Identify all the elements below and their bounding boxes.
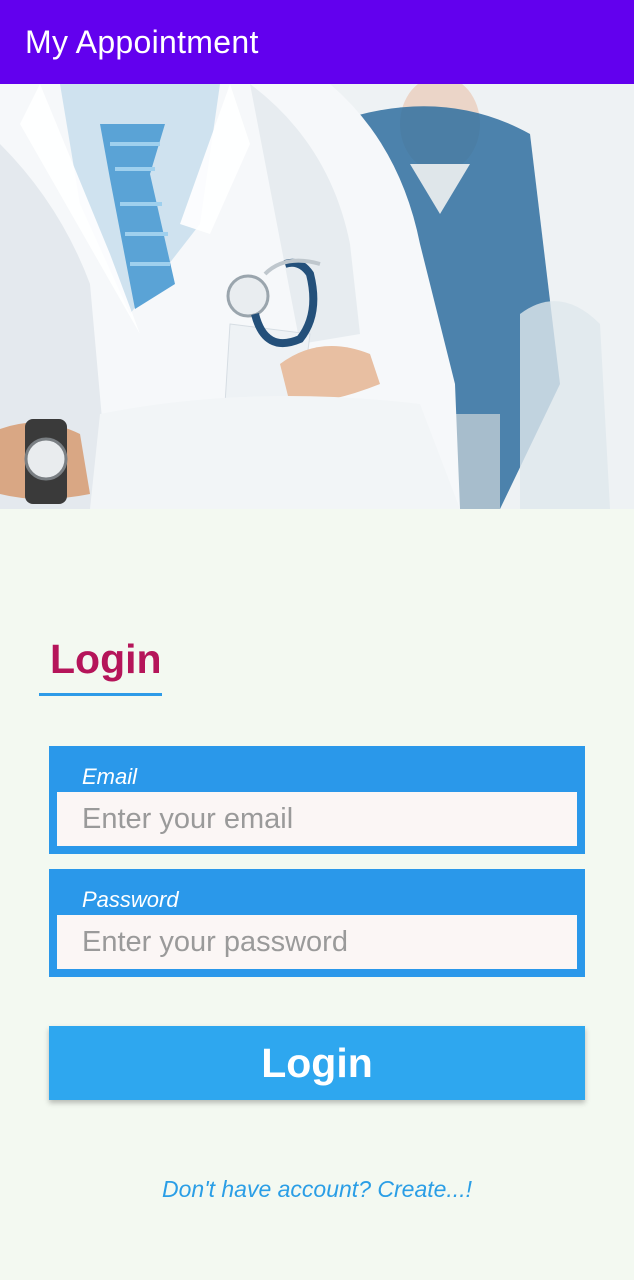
email-input[interactable] — [57, 792, 577, 846]
email-field-container: Email — [49, 746, 585, 854]
app-bar: My Appointment — [0, 0, 634, 84]
hero-image — [0, 84, 634, 509]
doctor-photo-icon — [0, 84, 634, 509]
email-label: Email — [82, 764, 138, 789]
password-field-container: Password — [49, 869, 585, 977]
app-title: My Appointment — [25, 23, 259, 60]
create-account-link[interactable]: Don't have account? Create...! — [0, 1176, 634, 1203]
login-button[interactable]: Login — [49, 1026, 585, 1100]
password-input[interactable] — [57, 915, 577, 969]
heading-underline — [39, 693, 162, 696]
password-label: Password — [82, 887, 179, 912]
login-heading: Login — [50, 636, 162, 682]
